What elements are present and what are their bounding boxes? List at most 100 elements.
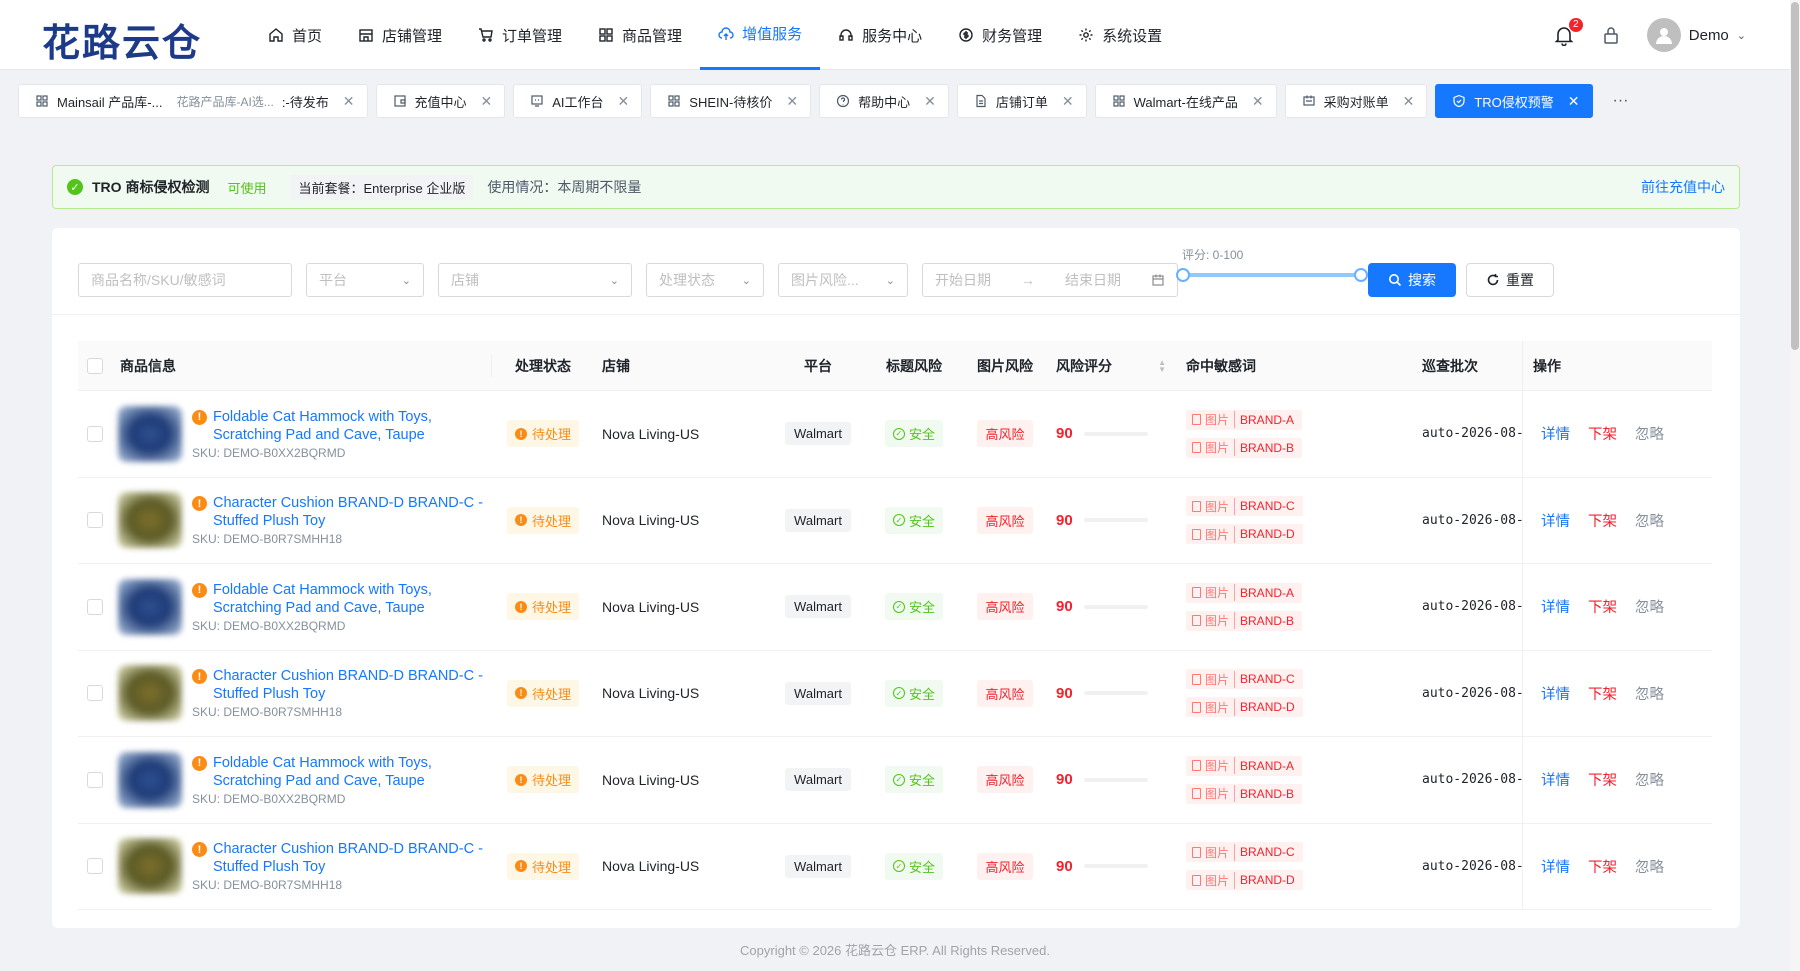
detail-link[interactable]: 详情 <box>1541 769 1570 790</box>
detail-link[interactable]: 详情 <box>1541 510 1570 531</box>
tab-purchase-statement[interactable]: 采购对账单 ✕ <box>1284 84 1428 118</box>
product-name-link[interactable]: ! Foldable Cat Hammock with Toys, Scratc… <box>192 754 492 790</box>
ignore-link[interactable]: 忽略 <box>1635 596 1664 617</box>
delist-link[interactable]: 下架 <box>1588 769 1617 790</box>
slider-track[interactable] <box>1176 268 1368 282</box>
row-checkbox[interactable] <box>87 425 103 442</box>
notification-button[interactable]: 2 <box>1553 18 1583 47</box>
sensitive-word-tag: 图片 BRAND-C <box>1186 669 1303 690</box>
ignore-link[interactable]: 忽略 <box>1635 510 1664 531</box>
platform-cell: Walmart <box>770 564 866 650</box>
tab-label: 充值中心 <box>414 94 467 110</box>
page-scrollbar[interactable] <box>1790 0 1800 971</box>
product-thumbnail[interactable] <box>118 838 182 895</box>
close-icon[interactable]: ✕ <box>1403 93 1415 110</box>
date-range-picker[interactable]: 开始日期 → 结束日期 <box>922 263 1178 297</box>
nav-home[interactable]: 首页 <box>250 0 340 70</box>
close-icon[interactable]: ✕ <box>1062 93 1074 110</box>
keyword-input[interactable]: 商品名称/SKU/敏感词 <box>78 263 292 297</box>
detail-link[interactable]: 详情 <box>1541 596 1570 617</box>
row-checkbox[interactable] <box>87 771 103 788</box>
score-cell: 90 <box>1048 478 1176 564</box>
close-icon[interactable]: ✕ <box>481 93 493 110</box>
tab-help[interactable]: 帮助中心 ✕ <box>819 84 949 118</box>
scrollbar-thumb[interactable] <box>1791 2 1799 350</box>
delist-link[interactable]: 下架 <box>1588 683 1617 704</box>
ignore-link[interactable]: 忽略 <box>1635 423 1664 444</box>
app-logo[interactable]: 花路云仓 <box>42 12 202 67</box>
delist-link[interactable]: 下架 <box>1588 596 1617 617</box>
status-select[interactable]: 处理状态 ⌄ <box>646 263 764 297</box>
sort-icon[interactable]: ▲ ▼ <box>1158 358 1166 373</box>
ignore-link[interactable]: 忽略 <box>1635 683 1664 704</box>
product-thumbnail[interactable] <box>118 665 182 722</box>
close-icon[interactable]: ✕ <box>343 93 355 110</box>
image-risk-badge: 高风险 <box>977 766 1033 794</box>
product-name-link[interactable]: ! Character Cushion BRAND-D BRAND-C - St… <box>192 667 492 703</box>
lock-icon[interactable] <box>1601 25 1621 45</box>
table-row: ! Character Cushion BRAND-D BRAND-C - St… <box>78 823 1712 910</box>
table-row: ! Character Cushion BRAND-D BRAND-C - St… <box>78 477 1712 564</box>
nav-value-added[interactable]: 增值服务 <box>700 0 821 70</box>
tab-shein[interactable]: SHEIN-待核价 ✕ <box>650 84 812 118</box>
search-button[interactable]: 搜索 <box>1368 263 1456 297</box>
select-all-checkbox[interactable] <box>87 357 103 374</box>
more-tabs-icon[interactable]: ··· <box>1613 92 1629 110</box>
close-icon[interactable]: ✕ <box>786 93 798 110</box>
product-name-link[interactable]: ! Character Cushion BRAND-D BRAND-C - St… <box>192 494 492 530</box>
tab-mainsail[interactable]: Mainsail 产品库-... 花路产品库-AI选... :-待发布 ✕ <box>18 84 368 118</box>
tab-recharge[interactable]: 充值中心 ✕ <box>375 84 506 118</box>
product-thumbnail[interactable] <box>118 492 182 549</box>
detail-link[interactable]: 详情 <box>1541 423 1570 444</box>
header-title-risk: 标题风险 <box>866 341 962 390</box>
nav-settings[interactable]: 系统设置 <box>1060 0 1180 70</box>
score-slider[interactable]: 评分: 0-100 <box>1176 246 1368 282</box>
product-name-link[interactable]: ! Foldable Cat Hammock with Toys, Scratc… <box>192 408 492 444</box>
tab-store-orders[interactable]: 店铺订单 ✕ <box>956 84 1087 118</box>
close-icon[interactable]: ✕ <box>924 93 936 110</box>
tab-tro-alert[interactable]: TRO侵权预警 ✕ <box>1435 84 1593 118</box>
slider-handle-max[interactable] <box>1354 268 1368 282</box>
nav-stores[interactable]: 店铺管理 <box>340 0 460 70</box>
tab-ai-workbench[interactable]: AI工作台 ✕ <box>513 84 643 118</box>
detail-link[interactable]: 详情 <box>1541 856 1570 877</box>
nav-orders[interactable]: 订单管理 <box>460 0 580 70</box>
delist-link[interactable]: 下架 <box>1588 510 1617 531</box>
delist-link[interactable]: 下架 <box>1588 423 1617 444</box>
product-thumbnail[interactable] <box>118 405 182 462</box>
ignore-link[interactable]: 忽略 <box>1635 769 1664 790</box>
title-risk-cell: ✓ 安全 <box>866 478 962 564</box>
product-thumbnail[interactable] <box>118 751 182 808</box>
nav-products[interactable]: 商品管理 <box>580 0 700 70</box>
recharge-link[interactable]: 前往充值中心 <box>1641 177 1725 197</box>
sensitive-word-tag: 图片 BRAND-D <box>1186 697 1303 718</box>
shop-select[interactable]: 店铺 ⌄ <box>438 263 632 297</box>
close-icon[interactable]: ✕ <box>1252 93 1264 110</box>
row-checkbox[interactable] <box>87 858 103 875</box>
delist-link[interactable]: 下架 <box>1588 856 1617 877</box>
header-score[interactable]: 风险评分 ▲ ▼ <box>1048 341 1176 390</box>
nav-finance[interactable]: 财务管理 <box>940 0 1060 70</box>
grid-icon <box>668 95 680 107</box>
product-thumbnail[interactable] <box>118 578 182 635</box>
platform-select[interactable]: 平台 ⌄ <box>306 263 424 297</box>
image-risk-select[interactable]: 图片风险... ⌄ <box>778 263 908 297</box>
nav-service[interactable]: 服务中心 <box>820 0 940 70</box>
row-checkbox[interactable] <box>87 512 103 529</box>
product-name-link[interactable]: ! Foldable Cat Hammock with Toys, Scratc… <box>192 581 492 617</box>
user-menu[interactable]: Demo ⌄ <box>1646 18 1746 52</box>
slider-handle-min[interactable] <box>1176 268 1190 282</box>
reset-button[interactable]: 重置 <box>1466 263 1554 297</box>
close-icon[interactable]: ✕ <box>618 93 630 110</box>
close-icon[interactable]: ✕ <box>1568 93 1580 110</box>
ignore-link[interactable]: 忽略 <box>1635 856 1664 877</box>
tab-walmart[interactable]: Walmart-在线产品 ✕ <box>1094 84 1277 118</box>
product-name-link[interactable]: ! Character Cushion BRAND-D BRAND-C - St… <box>192 840 492 876</box>
row-checkbox[interactable] <box>87 685 103 702</box>
detail-link[interactable]: 详情 <box>1541 683 1570 704</box>
status-text: 待处理 <box>531 427 571 443</box>
row-checkbox[interactable] <box>87 598 103 615</box>
ops-cell: 详情 下架 忽略 <box>1522 391 1712 477</box>
product-info-cell: ! Character Cushion BRAND-D BRAND-C - St… <box>112 824 492 910</box>
pending-icon: ! <box>514 773 527 786</box>
